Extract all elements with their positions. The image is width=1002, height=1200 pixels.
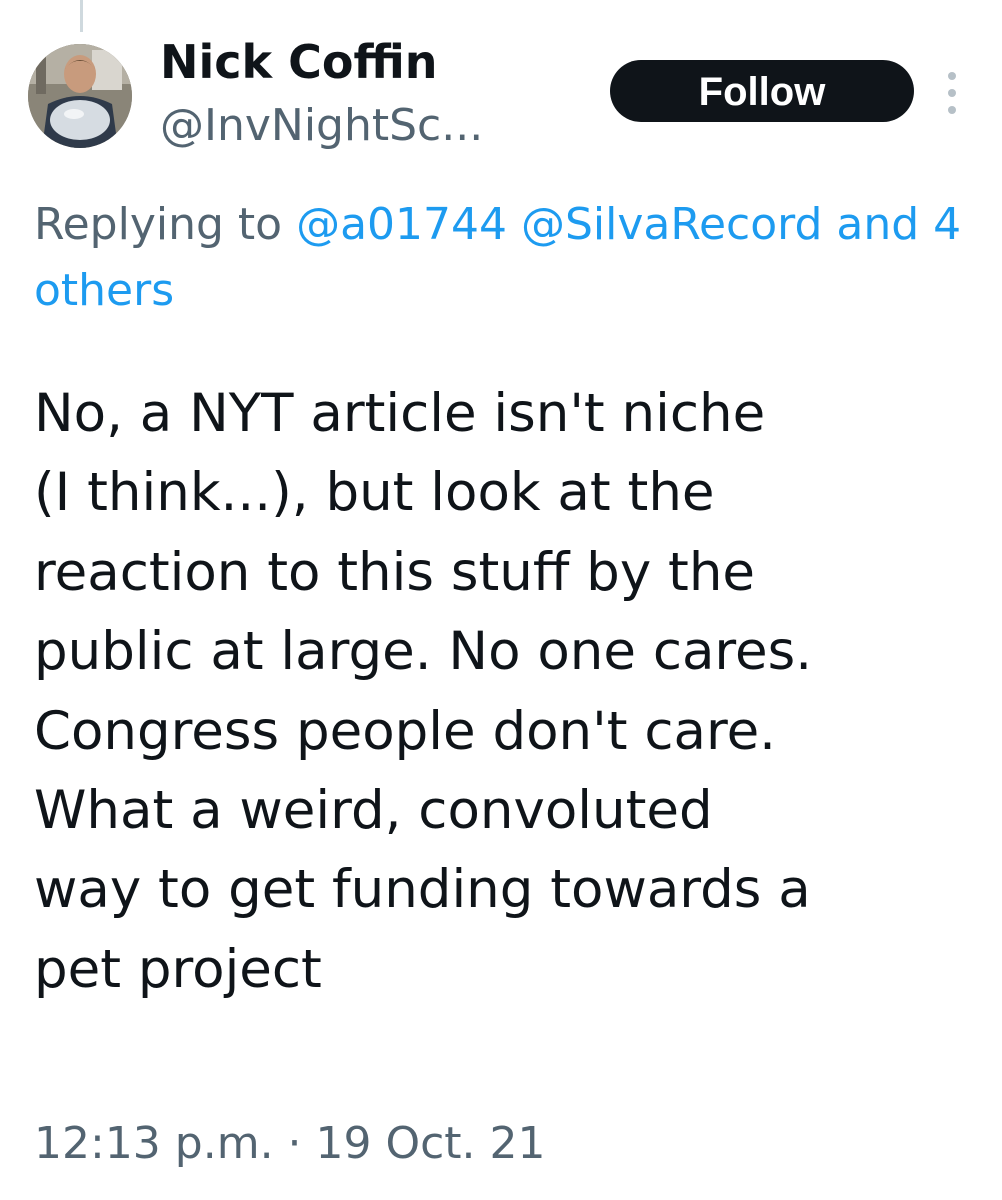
replying-to-label: Replying to — [34, 199, 283, 250]
author-handle[interactable]: @InvNightSc... — [160, 98, 483, 154]
tweet-text: No, a NYT article isn't niche (I think..… — [34, 374, 984, 1009]
tweet-text-line: public at large. No one cares. — [34, 621, 813, 683]
follow-button[interactable]: Follow — [610, 60, 914, 122]
avatar-photo — [28, 44, 132, 148]
avatar[interactable] — [28, 44, 132, 148]
replying-to: Replying to @a01744 @SilvaRecord and 4 o… — [34, 192, 984, 324]
tweet-text-line: (I think...), but look at the — [34, 462, 715, 524]
thread-connector-line — [80, 0, 83, 32]
tweet-text-line: No, a NYT article isn't niche — [34, 383, 766, 444]
tweet-text-line: pet project — [34, 938, 322, 1000]
reply-mention-silvarecord[interactable]: @SilvaRecord — [521, 199, 822, 250]
reply-mention-a01744[interactable]: @a01744 — [296, 199, 507, 250]
more-vertical-icon[interactable] — [940, 70, 964, 116]
tweet-text-line: Congress people don't care. — [34, 700, 777, 762]
author-display-name[interactable]: Nick Coffin — [160, 34, 438, 90]
tweet-text-line: way to get funding towards a — [34, 859, 811, 921]
tweet-text-line: What a weird, convoluted — [34, 780, 713, 842]
tweet-timestamp[interactable]: 12:13 p.m. · 19 Oct. 21 — [34, 1112, 546, 1176]
tweet-text-line: reaction to this stuff by the — [34, 541, 756, 603]
